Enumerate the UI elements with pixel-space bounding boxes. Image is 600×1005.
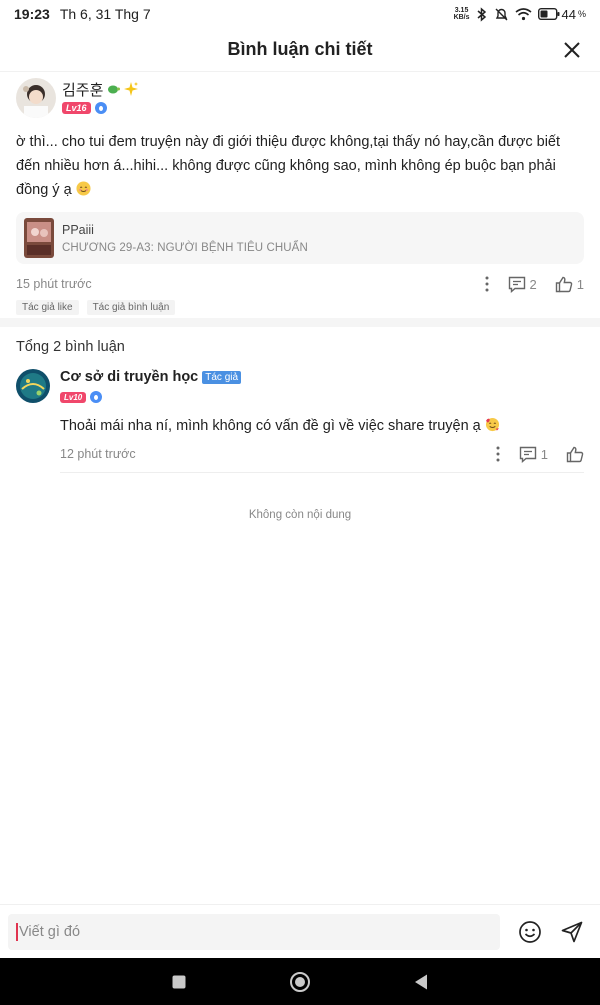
chapter-subtitle: CHƯƠNG 29-A3: NGƯỜI BỆNH TIÊU CHUẨN <box>62 241 308 254</box>
comment-text: ờ thì... cho tui đem truyện này đi giới … <box>16 130 584 202</box>
comment-icon <box>508 276 525 293</box>
net-speed-value: 3.15 <box>454 7 469 14</box>
reply-button[interactable]: 1 <box>519 446 548 463</box>
turtle-icon <box>108 85 121 94</box>
avatar[interactable] <box>16 78 56 118</box>
like-count: 1 <box>576 276 584 292</box>
level-badge: Lv16 <box>62 102 91 114</box>
verified-icon <box>94 102 107 114</box>
comment-author-text: 김주훈 <box>62 81 104 99</box>
status-bar: 19:23 Th 6, 31 Thg 7 3.15 KB/s 44% <box>0 0 600 28</box>
status-icons: 3.15 KB/s 44% <box>454 7 586 22</box>
reply-badges: Lv10 <box>60 391 584 403</box>
net-speed: 3.15 KB/s <box>454 7 470 21</box>
comment-icon <box>519 446 536 463</box>
wifi-icon <box>515 8 532 21</box>
comment-badges: Lv16 <box>62 102 139 114</box>
more-icon[interactable] <box>484 276 490 292</box>
page-header: Bình luận chi tiết <box>0 28 600 72</box>
send-icon[interactable] <box>560 920 584 944</box>
smiling-face-emoji-icon <box>76 181 91 196</box>
total-comments-count: Tổng 2 bình luận <box>16 339 125 355</box>
emoji-icon[interactable] <box>518 920 542 944</box>
smiling-face-with-hearts-emoji-icon <box>485 417 499 432</box>
chapter-thumbnail <box>24 218 54 258</box>
reply-count: 2 <box>529 276 537 292</box>
chapter-title: PPaiii <box>62 222 94 237</box>
comment-text-body: ờ thì... cho tui đem truyện này đi giới … <box>16 134 561 198</box>
reply-text-body: Thoải mái nha ní, mình không có vấn đề g… <box>60 418 481 434</box>
thumbs-up-icon <box>555 276 573 292</box>
main-comment: 김주훈 Lv16 ờ thì... cho tui đem truyện này… <box>0 78 600 315</box>
battery-percent: 44 <box>561 6 576 22</box>
reply-divider <box>60 472 584 473</box>
like-button[interactable]: 1 <box>555 276 584 293</box>
reply-count: 1 <box>540 446 548 462</box>
chapter-card[interactable]: PPaiii CHƯƠNG 29-A3: NGƯỜI BỆNH TIÊU CHU… <box>16 212 584 264</box>
comment-input[interactable]: Viết gì đó <box>8 913 500 950</box>
battery-icon <box>537 8 560 20</box>
verified-icon <box>90 391 103 403</box>
tag-author-comment: Tác giả bình luận <box>86 300 176 315</box>
tag-author-like: Tác giả like <box>16 300 79 315</box>
comment-tags: Tác giả like Tác giả bình luận <box>16 300 584 315</box>
replies-section: Tổng 2 bình luận Cơ sở di truyền học Tác… <box>0 339 600 473</box>
comment-time: 15 phút trước <box>16 277 92 291</box>
recent-apps-icon[interactable] <box>171 974 187 990</box>
comment-input-placeholder: Viết gì đó <box>19 923 81 940</box>
thumbs-up-icon <box>566 446 584 462</box>
reply-button[interactable]: 2 <box>508 276 537 293</box>
system-nav-bar <box>0 958 600 1005</box>
reply-text: Thoải mái nha ní, mình không có vấn đề g… <box>60 417 584 434</box>
avatar[interactable] <box>16 369 50 403</box>
page-title: Bình luận chi tiết <box>227 39 373 59</box>
comment-author-row: 김주훈 Lv16 <box>16 78 584 118</box>
section-divider <box>0 318 600 327</box>
home-icon[interactable] <box>289 971 311 993</box>
bluetooth-icon <box>477 6 486 22</box>
battery: 44% <box>537 6 586 22</box>
status-time: 19:23 <box>14 6 50 22</box>
list-item: Cơ sở di truyền học Tác giả Lv10 Thoải m… <box>16 369 584 473</box>
like-button[interactable] <box>566 446 584 463</box>
comment-author-name[interactable]: 김주훈 <box>62 78 139 100</box>
author-badge: Tác giả <box>202 370 242 384</box>
sparkles-icon <box>124 82 139 96</box>
text-caret <box>16 922 18 941</box>
back-icon[interactable] <box>413 973 429 991</box>
comment-meta: 15 phút trước 2 1 <box>16 274 584 294</box>
battery-percent-sign: % <box>577 9 586 19</box>
more-icon[interactable] <box>495 446 501 462</box>
comment-input-bar: Viết gì đó <box>0 904 600 958</box>
reply-author-name[interactable]: Cơ sở di truyền học <box>60 369 198 385</box>
reply-meta: 12 phút trước 1 <box>60 444 584 464</box>
level-badge: Lv10 <box>60 391 87 403</box>
reply-author-row: Cơ sở di truyền học Tác giả <box>60 369 584 385</box>
status-date: Th 6, 31 Thg 7 <box>59 6 151 22</box>
net-speed-unit: KB/s <box>453 14 470 21</box>
mute-bell-icon <box>495 8 508 20</box>
reply-time: 12 phút trước <box>60 447 136 461</box>
end-of-list-text: Không còn nội dung <box>248 509 352 521</box>
close-icon[interactable] <box>560 38 584 62</box>
